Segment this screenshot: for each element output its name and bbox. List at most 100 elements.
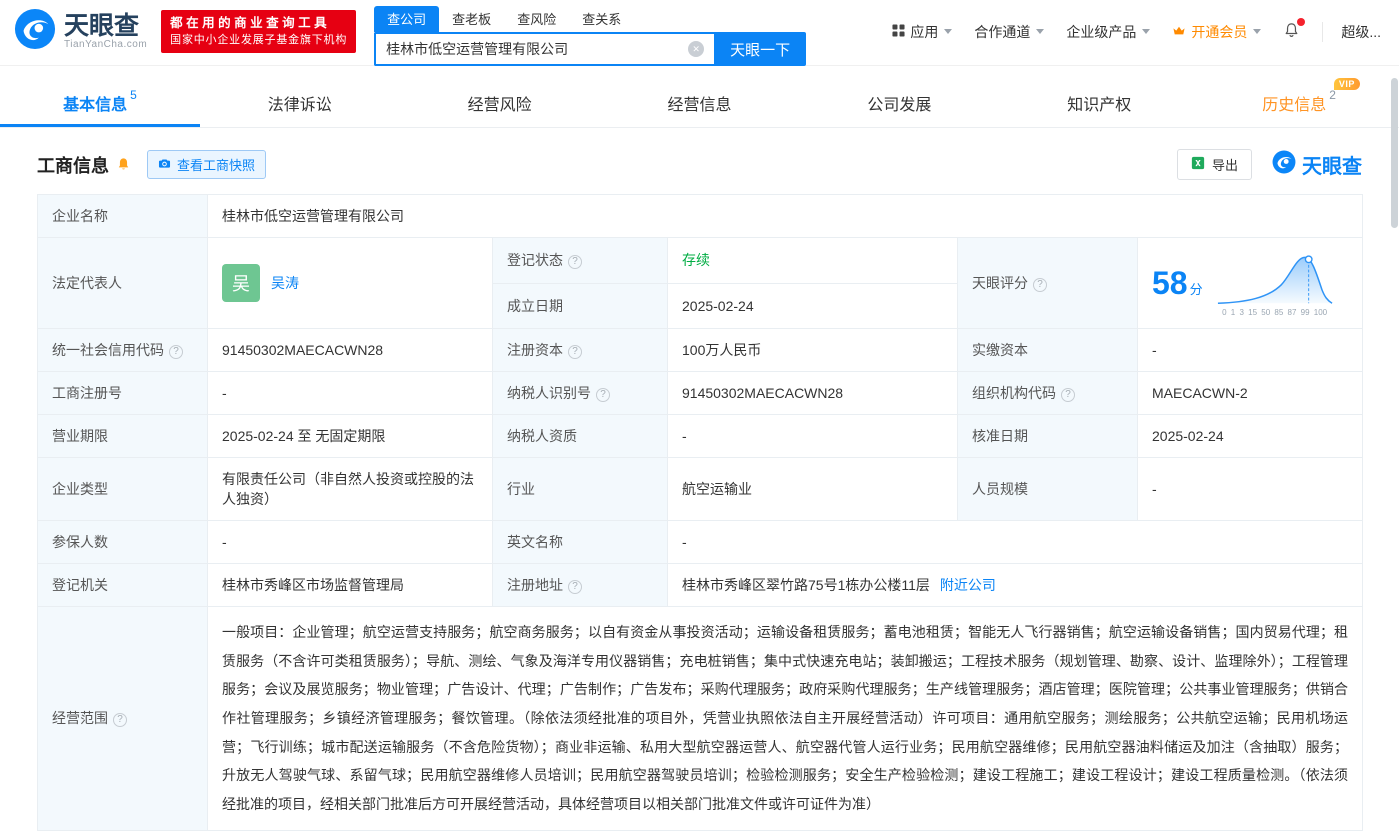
row-business-term: 营业期限 2025-02-24 至 无固定期限 纳税人资质 - 核准日期 202… — [37, 414, 1364, 458]
watermark-brand: 天眼查 — [1272, 150, 1362, 179]
paid-capital-label: 实缴资本 — [957, 328, 1138, 372]
business-info-header: 工商信息 查看工商快照 导出 天眼查 — [37, 149, 1362, 180]
establish-date-value: 2025-02-24 — [667, 282, 958, 329]
taxpayer-id-value: 91450302MAECACWN28 — [667, 371, 958, 415]
nav-cooperation[interactable]: 合作通道 — [974, 22, 1045, 42]
chevron-down-icon — [944, 29, 953, 34]
section-title: 工商信息 — [37, 155, 109, 176]
establish-date-label: 成立日期 — [492, 282, 668, 329]
credit-code-value: 91450302MAECACWN28 — [207, 328, 493, 372]
approval-date-value: 2025-02-24 — [1136, 414, 1364, 458]
company-name-value: 桂林市低空运营管理有限公司 — [206, 194, 1364, 238]
legal-rep-label: 法定代表人 — [37, 237, 208, 329]
credit-code-label: 统一社会信用代码 — [37, 328, 208, 372]
reg-number-label: 工商注册号 — [37, 371, 208, 415]
notification-bell[interactable] — [1283, 17, 1306, 42]
paid-capital-value: - — [1136, 328, 1364, 372]
tab-legal-proceedings[interactable]: 法律诉讼 — [200, 78, 400, 127]
nav-user-account[interactable]: 超级... — [1322, 21, 1381, 42]
taxpayer-quality-label: 纳税人资质 — [492, 414, 668, 458]
staff-size-value: - — [1136, 457, 1364, 521]
crown-icon — [1172, 24, 1186, 40]
taxpayer-quality-value: - — [667, 414, 958, 458]
legal-rep-link[interactable]: 吴涛 — [271, 273, 299, 293]
reg-authority-value: 桂林市秀峰区市场监督管理局 — [207, 563, 493, 607]
reg-status-label: 登记状态 — [492, 237, 668, 284]
business-info-table: 企业名称 桂林市低空运营管理有限公司 法定代表人 吴 吴涛 登记状态 存续 天眼… — [37, 194, 1364, 831]
reg-capital-label: 注册资本 — [492, 328, 668, 372]
search-tab-company[interactable]: 查公司 — [374, 6, 440, 32]
camera-icon — [158, 157, 171, 173]
search-tab-relation[interactable]: 查关系 — [569, 6, 634, 32]
score-distribution-chart: 0 1 3 15 50 85 87 99 100 — [1211, 249, 1339, 317]
help-icon[interactable] — [568, 345, 582, 359]
chevron-down-icon — [1036, 29, 1045, 34]
row-insured-count: 参保人数 - 英文名称 - — [37, 520, 1364, 564]
industry-value: 航空运输业 — [667, 457, 958, 521]
search-tab-boss[interactable]: 查老板 — [439, 6, 504, 32]
search-area: 查公司 查老板 查风险 查关系 天眼一下 — [374, 6, 807, 66]
score-chart-axis: 0 1 3 15 50 85 87 99 100 — [1222, 308, 1328, 317]
row-legal-rep-status: 法定代表人 吴 吴涛 登记状态 存续 天眼评分 5 — [37, 237, 1364, 329]
insured-count-value: - — [207, 520, 493, 564]
tab-basic-info[interactable]: 基本信息 5 — [0, 78, 200, 127]
score-label: 天眼评分 — [957, 237, 1138, 329]
search-input[interactable] — [376, 41, 689, 57]
top-nav: 应用 合作通道 企业级产品 开通会员 超级... — [892, 17, 1381, 42]
staff-size-label: 人员规模 — [957, 457, 1138, 521]
tab-history-info[interactable]: 历史信息 2 VIP — [1199, 77, 1399, 127]
search-type-tabs: 查公司 查老板 查风险 查关系 — [374, 6, 806, 32]
help-icon[interactable] — [1033, 278, 1047, 292]
tab-company-development[interactable]: 公司发展 — [799, 78, 999, 127]
taxpayer-id-label: 纳税人识别号 — [492, 371, 668, 415]
search-tab-risk[interactable]: 查风险 — [504, 6, 569, 32]
notification-dot — [1297, 17, 1306, 26]
legal-rep-value: 吴 吴涛 — [207, 237, 493, 329]
subscribe-bell-icon[interactable] — [116, 157, 131, 172]
tianyancha-logo[interactable]: 天眼查 TianYanCha.com — [14, 8, 147, 55]
tianyancha-logo-icon — [14, 8, 56, 55]
row-reg-authority: 登记机关 桂林市秀峰区市场监督管理局 注册地址 桂林市秀峰区翠竹路75号1栋办公… — [37, 563, 1364, 607]
business-scope-label: 经营范围 — [37, 606, 208, 831]
org-code-value: MAECACWN-2 — [1136, 371, 1364, 415]
slogan-badge: 都在用的商业查询工具 国家中小企业发展子基金旗下机构 — [161, 10, 357, 53]
help-icon[interactable] — [596, 388, 610, 402]
insured-count-label: 参保人数 — [37, 520, 208, 564]
english-name-label: 英文名称 — [492, 520, 668, 564]
business-term-label: 营业期限 — [37, 414, 208, 458]
vip-badge: VIP — [1333, 77, 1360, 90]
search-button[interactable]: 天眼一下 — [714, 32, 807, 66]
nearby-companies-link[interactable]: 附近公司 — [940, 577, 996, 593]
logo-title: 天眼查 — [64, 11, 140, 40]
nav-apps[interactable]: 应用 — [892, 22, 953, 42]
view-snapshot-button[interactable]: 查看工商快照 — [147, 150, 267, 179]
help-icon[interactable] — [1061, 388, 1075, 402]
status-badge: 存续 — [682, 252, 710, 269]
company-section-tabs: 基本信息 5 法律诉讼 经营风险 经营信息 公司发展 知识产权 历史信息 2 V… — [0, 77, 1399, 128]
legal-rep-avatar[interactable]: 吴 — [222, 264, 260, 302]
help-icon[interactable] — [568, 580, 582, 594]
reg-status-value: 存续 — [667, 237, 958, 284]
row-reg-number: 工商注册号 - 纳税人识别号 91450302MAECACWN28 组织机构代码… — [37, 371, 1364, 415]
help-icon[interactable] — [568, 255, 582, 270]
score-unit: 分 — [1189, 282, 1203, 297]
english-name-value: - — [666, 520, 1364, 564]
grid-icon — [892, 23, 905, 40]
tab-intellectual-property[interactable]: 知识产权 — [999, 78, 1199, 127]
tianyancha-logo-icon — [1272, 150, 1296, 179]
row-credit-code: 统一社会信用代码 91450302MAECACWN28 注册资本 100万人民币… — [37, 328, 1364, 372]
brand-name: 天眼查 — [1302, 156, 1362, 178]
clear-search-icon[interactable] — [688, 41, 705, 57]
slogan-line-2: 国家中小企业发展子基金旗下机构 — [170, 33, 348, 46]
slogan-line-1: 都在用的商业查询工具 — [170, 16, 331, 31]
nav-open-vip[interactable]: 开通会员 — [1172, 22, 1262, 42]
vertical-scrollbar[interactable] — [1391, 78, 1398, 228]
tab-operation-risk[interactable]: 经营风险 — [400, 78, 600, 127]
approval-date-label: 核准日期 — [957, 414, 1138, 458]
export-button[interactable]: 导出 — [1176, 149, 1252, 180]
row-business-scope: 经营范围 一般项目：企业管理；航空运营支持服务；航空商务服务；以自有资金从事投资… — [37, 606, 1364, 831]
nav-enterprise-products[interactable]: 企业级产品 — [1066, 22, 1151, 42]
help-icon[interactable] — [113, 713, 127, 728]
help-icon[interactable] — [169, 345, 183, 359]
tab-operation-info[interactable]: 经营信息 — [600, 78, 800, 127]
